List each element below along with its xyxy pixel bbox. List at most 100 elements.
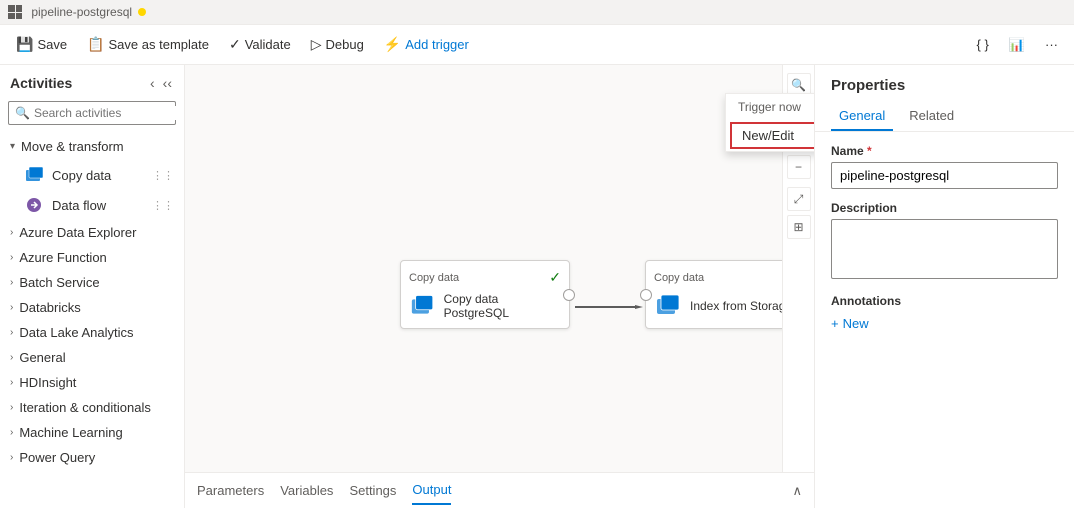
sidebar-category-machine-learning[interactable]: › Machine Learning [0, 420, 184, 445]
chevron-icon10: › [10, 427, 13, 438]
sidebar-section-move-transform: ▾ Move & transform Copy data ⋮⋮ Data flo… [0, 133, 184, 220]
tab-name[interactable]: pipeline-postgresql [31, 5, 132, 19]
arrange-button[interactable]: ⊞ [787, 215, 811, 239]
section-label-move-transform: Move & transform [21, 139, 124, 154]
tab-parameters[interactable]: Parameters [197, 477, 264, 504]
description-label: Description [831, 201, 1058, 215]
node-connector-left-2[interactable] [640, 289, 652, 301]
search-box: 🔍 [8, 101, 176, 125]
dropdown-menu: Trigger now New/Edit [725, 93, 814, 152]
pipeline-canvas[interactable]: Copy data ✓ Copy data PostgreSQL [185, 65, 814, 472]
properties-tabs: General Related [815, 102, 1074, 132]
sidebar-category-data-lake-analytics[interactable]: › Data Lake Analytics [0, 320, 184, 345]
copy-data-icon [24, 165, 44, 185]
category-label5: Data Lake Analytics [19, 325, 133, 340]
trigger-icon: ⚡ [384, 36, 401, 53]
canvas-area: Trigger now New/Edit Copy data ✓ Copy da… [185, 65, 814, 508]
sidebar-category-power-query[interactable]: › Power Query [0, 445, 184, 470]
bottom-tabs: Parameters Variables Settings Output ∧ [185, 472, 814, 508]
properties-panel: Properties General Related Name * Descri… [814, 65, 1074, 508]
category-label8: Iteration & conditionals [19, 400, 151, 415]
chevron-icon2: › [10, 227, 13, 238]
pipeline-node-1[interactable]: Copy data ✓ Copy data PostgreSQL [400, 260, 570, 329]
collapse-bottom-button[interactable]: ∧ [792, 483, 802, 499]
sidebar: Activities ‹ ‹‹ 🔍 ▾ Move & transform Cop… [0, 65, 185, 508]
collapse-left-button[interactable]: ‹ [148, 73, 157, 93]
category-label3: Batch Service [19, 275, 99, 290]
add-annotation-button[interactable]: + New [831, 316, 869, 331]
tab-general[interactable]: General [831, 102, 893, 131]
toolbar-right: { } 📊 ··· [969, 33, 1066, 57]
search-icon: 🔍 [15, 106, 30, 120]
sidebar-category-iteration[interactable]: › Iteration & conditionals [0, 395, 184, 420]
copy-data-label: Copy data [52, 168, 111, 183]
add-trigger-button[interactable]: ⚡ Add trigger [376, 32, 477, 57]
chevron-icon8: › [10, 377, 13, 388]
sidebar-category-batch-service[interactable]: › Batch Service [0, 270, 184, 295]
debug-icon: ▷ [311, 36, 322, 53]
chevron-icon11: › [10, 452, 13, 463]
monitor-button[interactable]: 📊 [1001, 33, 1033, 57]
title-bar: pipeline-postgresql [0, 0, 1074, 25]
name-input[interactable] [831, 162, 1058, 189]
tab-output[interactable]: Output [412, 476, 451, 505]
more-options-button[interactable]: ··· [1037, 33, 1066, 56]
category-label9: Machine Learning [19, 425, 122, 440]
node-type-1: Copy data [409, 272, 459, 284]
name-label: Name * [831, 144, 1058, 158]
sidebar-category-azure-function[interactable]: › Azure Function [0, 245, 184, 270]
fit-view-button[interactable]: ⤢ [787, 187, 811, 211]
main-layout: Activities ‹ ‹‹ 🔍 ▾ Move & transform Cop… [0, 65, 1074, 508]
tab-related[interactable]: Related [901, 102, 962, 131]
chevron-icon5: › [10, 302, 13, 313]
plus-icon: + [831, 316, 839, 331]
validate-button[interactable]: ✓ Validate [221, 32, 299, 57]
check-icon: ✓ [229, 36, 241, 53]
node-header-1: Copy data ✓ [409, 269, 561, 286]
sidebar-item-copy-data[interactable]: Copy data ⋮⋮ [0, 160, 184, 190]
dropdown-new-edit[interactable]: New/Edit [730, 122, 814, 149]
description-input[interactable] [831, 219, 1058, 279]
sidebar-item-data-flow[interactable]: Data flow ⋮⋮ [0, 190, 184, 220]
drag-handle2: ⋮⋮ [152, 199, 174, 212]
sidebar-title: Activities [10, 75, 72, 91]
save-icon: 💾 [16, 36, 33, 53]
chevron-icon4: › [10, 277, 13, 288]
debug-button[interactable]: ▷ Debug [303, 32, 372, 57]
save-as-template-button[interactable]: 📋 Save as template [79, 32, 217, 57]
data-flow-icon [24, 195, 44, 215]
properties-title: Properties [815, 65, 1074, 102]
search-input[interactable] [34, 106, 185, 120]
category-label7: HDInsight [19, 375, 76, 390]
collapse-all-button[interactable]: ‹‹ [161, 73, 174, 93]
chevron-icon7: › [10, 352, 13, 363]
required-indicator: * [867, 144, 872, 158]
section-header-move-transform[interactable]: ▾ Move & transform [0, 133, 184, 160]
node-connector-right-1[interactable] [563, 289, 575, 301]
sidebar-header-icons: ‹ ‹‹ [148, 73, 174, 93]
chevron-icon9: › [10, 402, 13, 413]
save-button[interactable]: 💾 Save [8, 32, 75, 57]
sidebar-category-general[interactable]: › General [0, 345, 184, 370]
sidebar-header: Activities ‹ ‹‹ [0, 65, 184, 101]
node-body-1: Copy data PostgreSQL [409, 292, 561, 320]
annotations-section: Annotations + New [831, 294, 1058, 331]
annotations-label: Annotations [831, 294, 1058, 308]
toolbar: 💾 Save 📋 Save as template ✓ Validate ▷ D… [0, 25, 1074, 65]
connection-line [575, 305, 655, 309]
node-icon-1 [409, 292, 436, 320]
category-label: Azure Data Explorer [19, 225, 136, 240]
dropdown-header: Trigger now [726, 94, 814, 120]
category-label6: General [19, 350, 65, 365]
zoom-out-button[interactable]: − [787, 155, 811, 179]
sidebar-category-hdinsight[interactable]: › HDInsight [0, 370, 184, 395]
code-view-button[interactable]: { } [969, 33, 997, 56]
node-check-1: ✓ [549, 269, 561, 286]
tab-settings[interactable]: Settings [349, 477, 396, 504]
sidebar-category-databricks[interactable]: › Databricks [0, 295, 184, 320]
tab-variables[interactable]: Variables [280, 477, 333, 504]
sidebar-category-azure-data-explorer[interactable]: › Azure Data Explorer [0, 220, 184, 245]
node-label-2: Index from Storage [690, 299, 792, 313]
node-label-1: Copy data PostgreSQL [444, 292, 561, 320]
drag-handle: ⋮⋮ [152, 169, 174, 182]
